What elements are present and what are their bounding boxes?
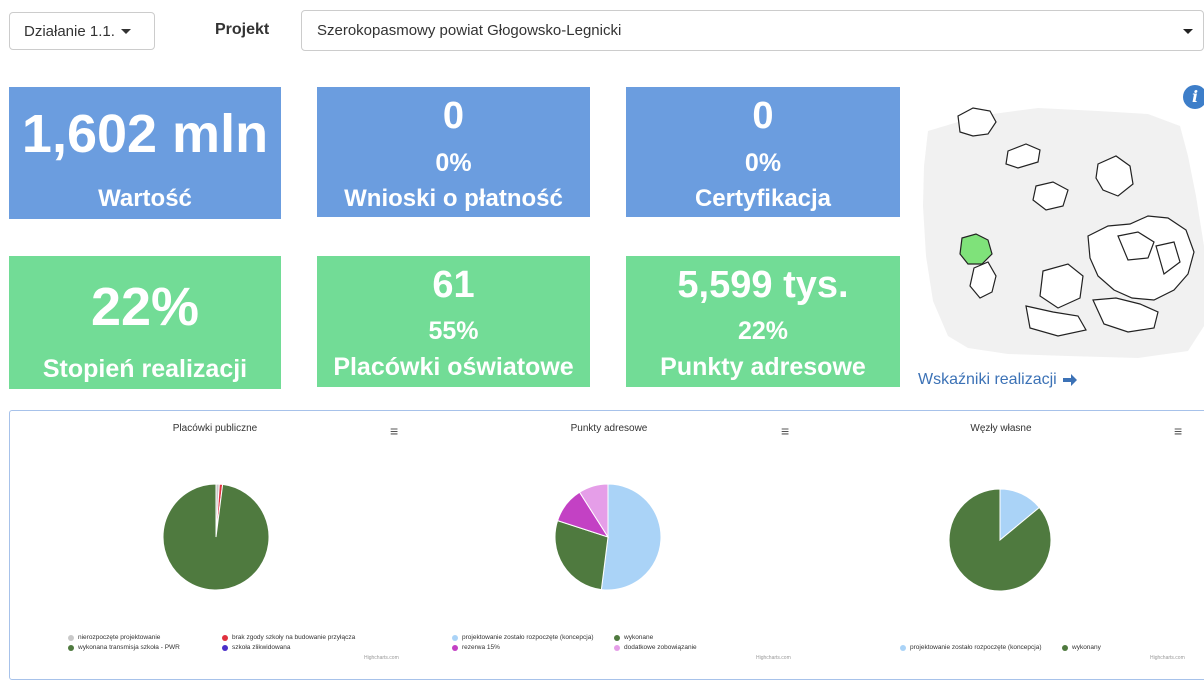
wskazniki-link[interactable]: Wskaźniki realizacji xyxy=(918,371,1078,389)
tile-label: Punkty adresowe xyxy=(660,353,866,381)
legend-label: brak zgody szkoły na budowanie przyłącza xyxy=(232,634,356,641)
tile-percent: 22% xyxy=(737,317,789,345)
chart-credit[interactable]: Highcharts.com xyxy=(756,655,791,661)
legend-dot xyxy=(222,644,228,651)
legend-dot xyxy=(452,644,458,651)
tile-label: Certyfikacja xyxy=(694,185,832,212)
info-icon[interactable]: i xyxy=(1183,85,1204,109)
tile-punkty[interactable]: 5,599 tys. 22% Punkty adresowe xyxy=(626,256,900,387)
poland-map[interactable] xyxy=(918,86,1204,361)
legend-item[interactable]: projektowanie zostało rozpoczęte (koncep… xyxy=(452,634,594,641)
tile-value: 22% xyxy=(90,277,200,337)
pie-chart xyxy=(948,488,1052,592)
action-dropdown-label: Działanie 1.1. xyxy=(24,22,115,40)
pie-slice[interactable] xyxy=(162,483,270,591)
tile-value: 5,599 tys. xyxy=(677,264,849,306)
chart-menu-icon[interactable]: ≡ xyxy=(1174,423,1182,439)
legend-item[interactable]: szkoła zlikwidowana xyxy=(222,644,291,651)
legend-dot xyxy=(68,634,74,641)
legend-dot xyxy=(1062,644,1068,651)
legend-item[interactable]: nierozpoczęte projektowanie xyxy=(68,634,160,641)
caret-down-icon xyxy=(120,28,131,34)
legend-dot xyxy=(68,644,74,651)
chart-menu-icon[interactable]: ≡ xyxy=(781,423,789,439)
legend-item[interactable]: brak zgody szkoły na budowanie przyłącza xyxy=(222,634,355,641)
legend-label: dodatkowe zobowiązanie xyxy=(624,644,697,651)
legend-item[interactable]: projektowanie zostało rozpoczęte (koncep… xyxy=(900,644,1042,651)
legend-dot xyxy=(614,634,620,641)
tile-certyfikacja[interactable]: 0 0% Certyfikacja xyxy=(626,87,900,217)
tile-label: Wnioski o płatność xyxy=(344,185,563,212)
legend-dot xyxy=(614,644,620,651)
map-svg xyxy=(923,107,1204,358)
project-label: Projekt xyxy=(215,21,270,38)
pie-chart xyxy=(554,483,662,591)
tile-label: Wartość xyxy=(98,185,192,212)
legend-item[interactable]: wykonany xyxy=(1062,644,1101,651)
tile-value: 1,602 mln xyxy=(21,104,269,164)
legend-label: projektowanie zostało rozpoczęte (koncep… xyxy=(462,634,594,641)
tile-stopien[interactable]: 22% Stopień realizacji xyxy=(9,256,281,389)
legend-item[interactable]: rezerwa 15% xyxy=(452,644,500,651)
tile-percent: 0% xyxy=(435,149,472,177)
action-dropdown[interactable]: Działanie 1.1. xyxy=(9,12,155,50)
tile-wnioski[interactable]: 0 0% Wnioski o płatność xyxy=(317,87,590,217)
chart-title: Placówki publiczne xyxy=(172,423,258,434)
tile-value: 0 xyxy=(752,95,774,137)
legend-item[interactable]: wykonane xyxy=(614,634,653,641)
project-select[interactable]: Szerokopasmowy powiat Głogowsko-Legnicki xyxy=(301,10,1204,51)
tile-wartosc[interactable]: 1,602 mln Wartość xyxy=(9,87,281,219)
charts-panel: Placówki publiczne ≡ nierozpoczęte proje… xyxy=(9,410,1204,680)
legend-item[interactable]: dodatkowe zobowiązanie xyxy=(614,644,697,651)
legend-label: wykonane xyxy=(624,634,654,641)
legend-dot xyxy=(900,644,906,651)
legend-item[interactable]: wykonana transmisja szkoła - PWR xyxy=(68,644,180,651)
tile-percent: 0% xyxy=(744,149,782,177)
tile-placowki[interactable]: 61 55% Placówki oświatowe xyxy=(317,256,590,387)
wskazniki-link-label: Wskaźniki realizacji xyxy=(918,371,1057,388)
caret-down-icon xyxy=(1183,29,1193,34)
chart-credit[interactable]: Highcharts.com xyxy=(364,655,399,661)
chart-menu-icon[interactable]: ≡ xyxy=(390,423,398,439)
legend-label: wykonana transmisja szkoła - PWR xyxy=(78,644,180,651)
legend-dot xyxy=(452,634,458,641)
legend-label: rezerwa 15% xyxy=(462,644,500,651)
arrow-right-icon xyxy=(1062,374,1077,386)
tile-value: 0 xyxy=(442,95,465,137)
legend-label: projektowanie zostało rozpoczęte (koncep… xyxy=(910,644,1042,651)
legend-label: nierozpoczęte projektowanie xyxy=(78,634,161,641)
chart-title: Węzły własne xyxy=(970,423,1032,434)
chart-credit[interactable]: Highcharts.com xyxy=(1150,655,1185,661)
pie-chart xyxy=(162,483,270,591)
legend-label: wykonany xyxy=(1072,644,1101,651)
chart-title: Punkty adresowe xyxy=(570,423,648,434)
legend-label: szkoła zlikwidowana xyxy=(232,644,291,651)
legend-dot xyxy=(222,634,228,641)
tile-percent: 55% xyxy=(428,317,479,345)
pie-slice[interactable] xyxy=(600,483,662,591)
project-select-value: Szerokopasmowy powiat Głogowsko-Legnicki xyxy=(317,22,622,39)
tile-label: Stopień realizacji xyxy=(42,355,248,383)
tile-label: Placówki oświatowe xyxy=(333,353,574,381)
tile-value: 61 xyxy=(432,264,475,306)
